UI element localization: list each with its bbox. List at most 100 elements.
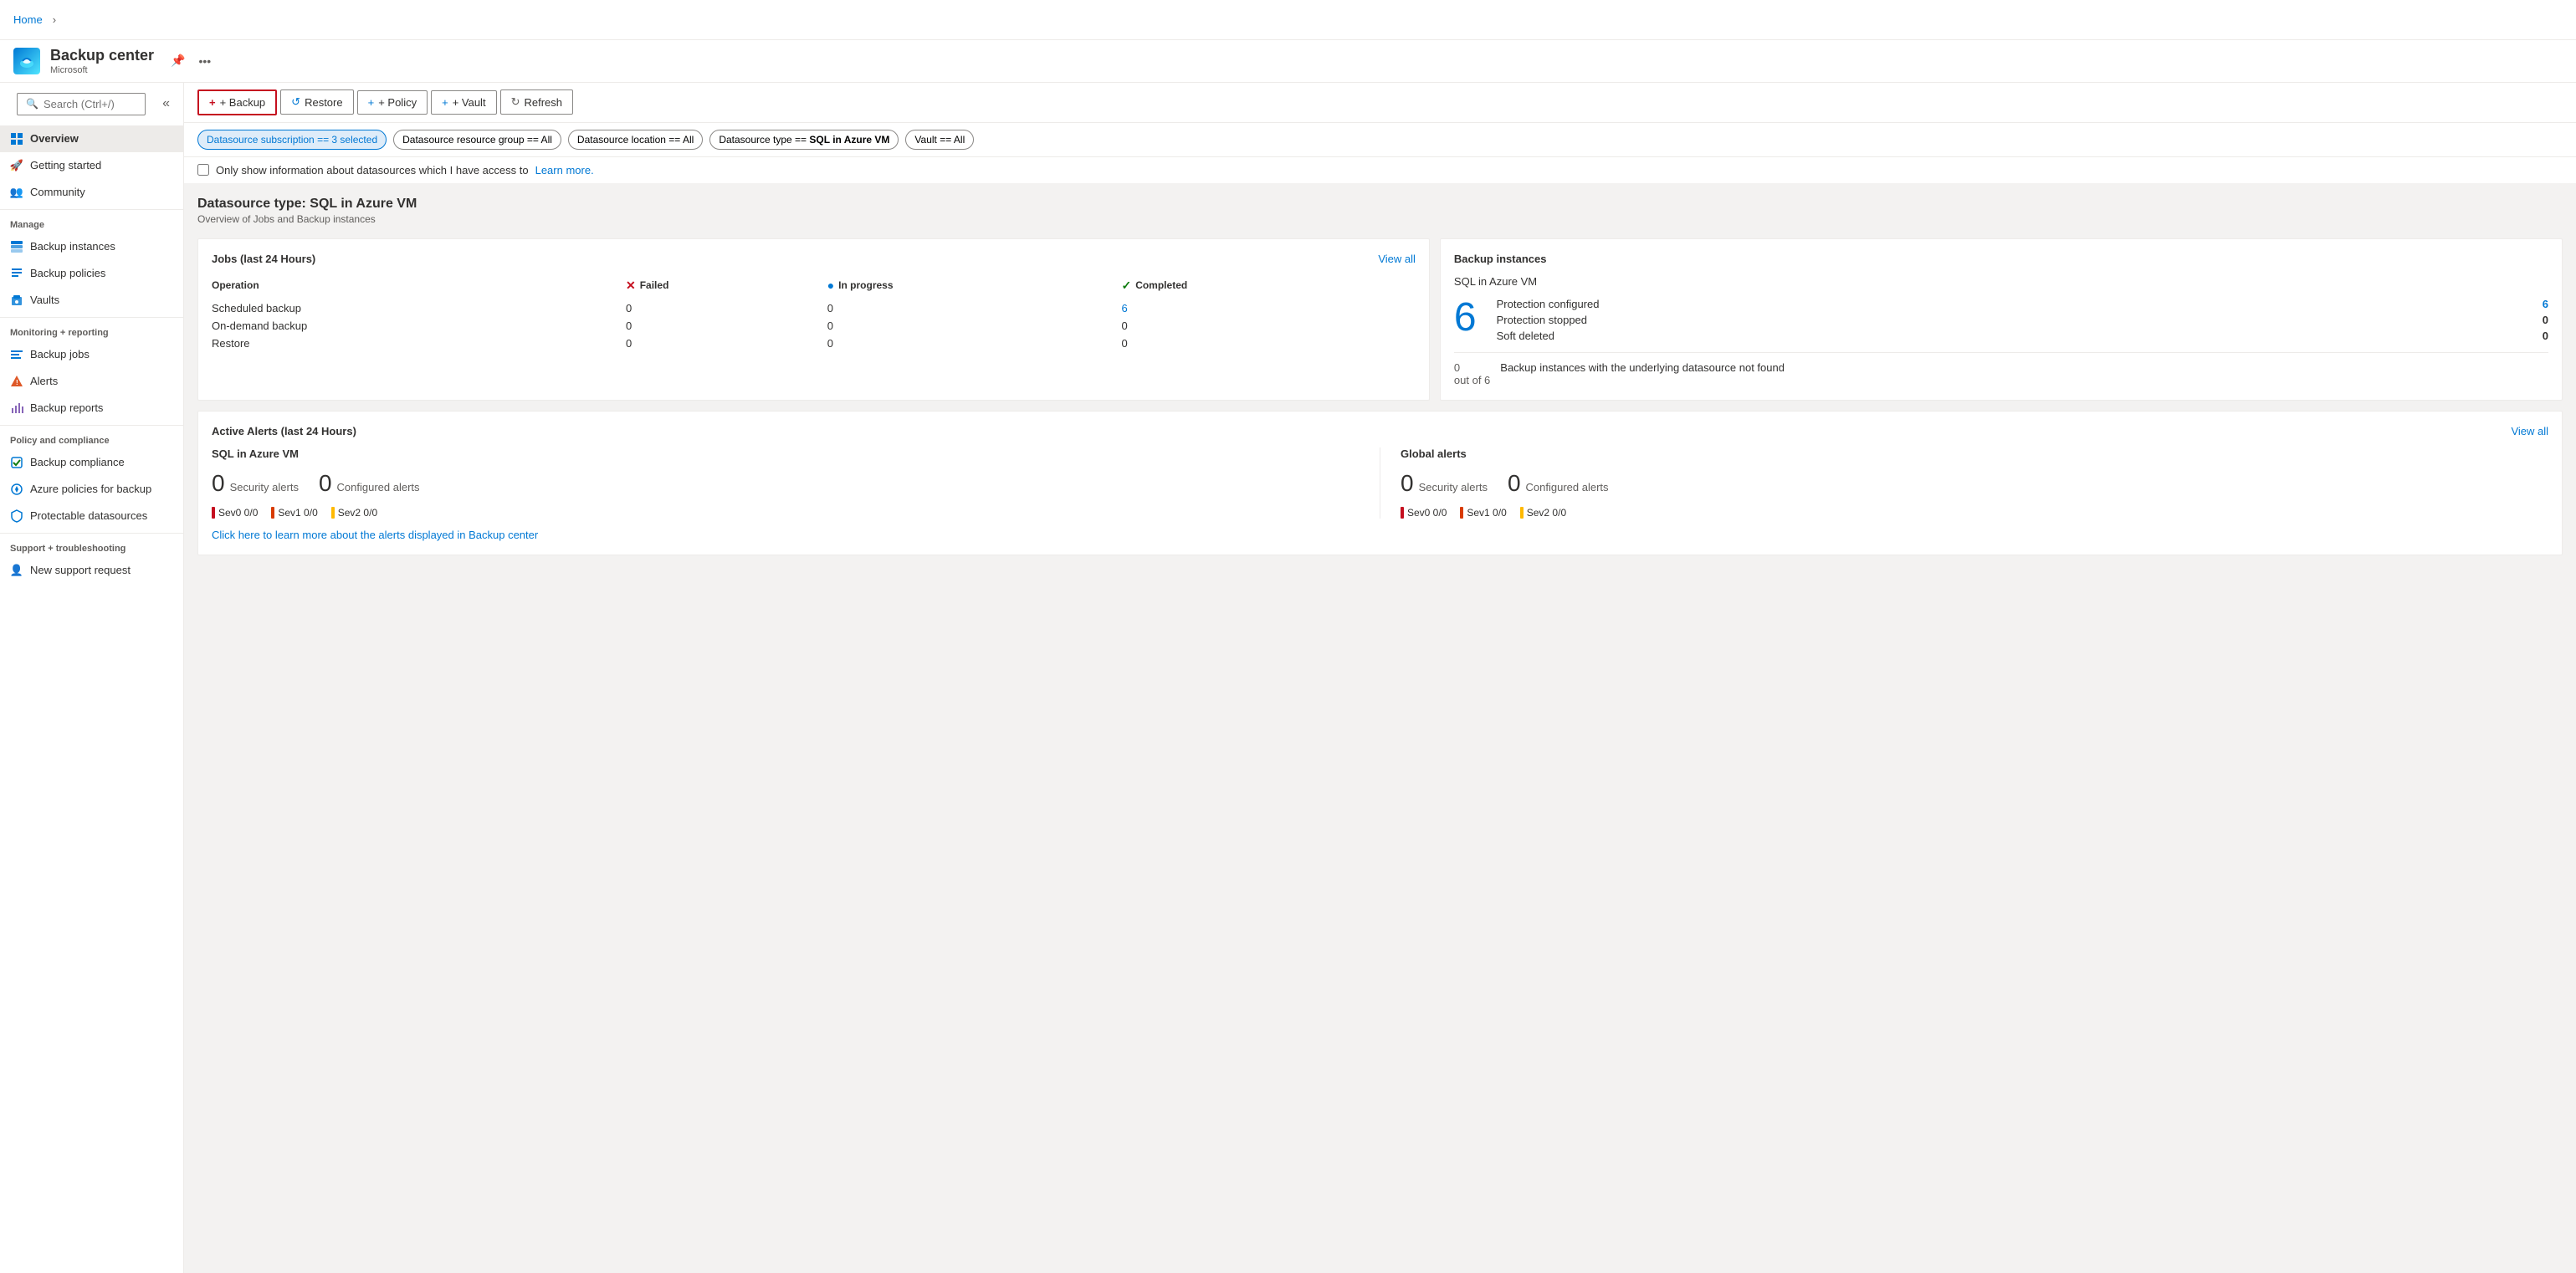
sidebar-item-label-overview: Overview [30, 132, 79, 145]
bi-stats: Protection configured 6 Protection stopp… [1497, 298, 2548, 342]
alerts-global-section: Global alerts 0 Security alerts 0 Config… [1380, 447, 2548, 519]
sidebar-item-backup-reports[interactable]: Backup reports [0, 395, 183, 422]
reports-icon [10, 401, 23, 415]
sql-configured-count: 0 Configured alerts [319, 470, 420, 497]
refresh-icon: ↻ [511, 95, 520, 109]
filter-subscription[interactable]: Datasource subscription == 3 selected [197, 130, 387, 150]
search-box[interactable]: 🔍 [17, 93, 146, 115]
grid-icon [10, 132, 23, 146]
bi-stat-label-configured: Protection configured [1497, 298, 1600, 310]
alert-counts-sql: 0 Security alerts 0 Configured alerts [212, 470, 1360, 497]
toolbar: + + Backup ↺ Restore + + Policy + + Vaul… [184, 83, 2576, 123]
sidebar-item-alerts[interactable]: ! Alerts [0, 368, 183, 395]
sidebar-section-support: Support + troubleshooting [0, 533, 183, 557]
sidebar-item-backup-jobs[interactable]: Backup jobs [0, 341, 183, 368]
filters-bar: Datasource subscription == 3 selected Da… [184, 123, 2576, 157]
table-row: Scheduled backup 0 0 6 [212, 299, 1416, 317]
job-inprogress-2: 0 [827, 335, 1122, 352]
alerts-card: Active Alerts (last 24 Hours) View all S… [197, 411, 2563, 555]
header-actions: 📌 ••• [167, 50, 214, 71]
sidebar-item-label-azure-policies: Azure policies for backup [30, 483, 151, 495]
global-sev0-bar [1401, 507, 1404, 519]
jobs-view-all-link[interactable]: View all [1378, 253, 1416, 265]
policies-icon [10, 267, 23, 280]
app-header: Backup center Microsoft 📌 ••• [0, 40, 2576, 83]
sidebar-item-new-support[interactable]: 👤 New support request [0, 557, 183, 584]
bi-total-count[interactable]: 6 [1454, 298, 1477, 338]
bi-stat-protection-stopped: Protection stopped 0 [1497, 314, 2548, 326]
job-completed-1: 0 [1121, 317, 1415, 335]
breadcrumb-home[interactable]: Home [13, 13, 43, 26]
search-icon: 🔍 [26, 98, 38, 110]
global-security-count: 0 Security alerts [1401, 470, 1488, 497]
sidebar-item-backup-instances[interactable]: Backup instances [0, 233, 183, 260]
restore-button-label: Restore [305, 96, 343, 109]
sidebar-section-manage: Manage [0, 209, 183, 233]
filter-vault[interactable]: Vault == All [905, 130, 974, 150]
sidebar-item-label-getting-started: Getting started [30, 159, 101, 171]
sidebar-item-overview[interactable]: Overview [0, 125, 183, 152]
bi-stat-label-stopped: Protection stopped [1497, 314, 1587, 326]
sidebar-item-backup-compliance[interactable]: Backup compliance [0, 449, 183, 476]
sidebar-item-getting-started[interactable]: 🚀 Getting started [0, 152, 183, 179]
bi-footer-count: 0 out of 6 [1454, 361, 1490, 386]
checkbox-label: Only show information about datasources … [216, 164, 529, 176]
sidebar-item-label-community: Community [30, 186, 85, 198]
checkbox-row: Only show information about datasources … [184, 157, 2576, 183]
global-sev0: Sev0 0/0 [1401, 507, 1447, 519]
policy-button[interactable]: + + Policy [357, 90, 428, 115]
support-icon: 👤 [10, 564, 23, 577]
svg-text:!: ! [16, 379, 18, 386]
backup-instances-card: Backup instances SQL in Azure VM 6 Prote… [1440, 238, 2563, 401]
job-op-2: Restore [212, 335, 626, 352]
search-input[interactable] [44, 98, 136, 110]
global-sev1: Sev1 0/0 [1460, 507, 1506, 519]
sidebar-item-label-backup-instances: Backup instances [30, 240, 115, 253]
protect-icon [10, 509, 23, 523]
sidebar-section-monitoring: Monitoring + reporting [0, 317, 183, 341]
sidebar-item-backup-policies[interactable]: Backup policies [0, 260, 183, 287]
filter-type[interactable]: Datasource type == SQL in Azure VM [709, 130, 899, 150]
completed-icon: ✓ [1121, 279, 1131, 293]
restore-button[interactable]: ↺ Restore [280, 89, 353, 115]
job-inprogress-1: 0 [827, 317, 1122, 335]
app-title: Backup center [50, 47, 154, 65]
failed-icon: ✕ [626, 279, 636, 293]
backup-button[interactable]: + + Backup [197, 89, 277, 115]
collapse-button[interactable]: « [156, 93, 177, 115]
sql-security-count: 0 Security alerts [212, 470, 299, 497]
alerts-sql-section: SQL in Azure VM 0 Security alerts 0 Conf… [212, 447, 1380, 519]
sql-sev2: Sev2 0/0 [331, 507, 377, 519]
vault-plus-icon: + [442, 96, 448, 109]
job-op-0: Scheduled backup [212, 299, 626, 317]
sev1-bar [271, 507, 274, 519]
filter-location[interactable]: Datasource location == All [568, 130, 703, 150]
sidebar-item-vaults[interactable]: Vaults [0, 287, 183, 314]
filter-resource-group[interactable]: Datasource resource group == All [393, 130, 561, 150]
completed-link-0[interactable]: 6 [1121, 302, 1127, 314]
sidebar-item-label-backup-reports: Backup reports [30, 401, 103, 414]
alerts-learn-more-link[interactable]: Click here to learn more about the alert… [212, 529, 538, 541]
access-checkbox[interactable] [197, 164, 209, 176]
sidebar-search-row: 🔍 « [0, 83, 183, 125]
sidebar: 🔍 « Overview 🚀 Getting started 👥 Communi… [0, 83, 184, 1273]
sev2-bar [331, 507, 335, 519]
learn-more-link[interactable]: Learn more. [535, 164, 594, 176]
sidebar-item-protectable-datasources[interactable]: Protectable datasources [0, 503, 183, 529]
vault-button[interactable]: + + Vault [431, 90, 496, 115]
instances-icon [10, 240, 23, 253]
sidebar-item-azure-policies[interactable]: Azure policies for backup [0, 476, 183, 503]
bi-stat-protection-configured: Protection configured 6 [1497, 298, 2548, 310]
more-icon[interactable]: ••• [196, 51, 215, 71]
bi-stat-label-soft-deleted: Soft deleted [1497, 330, 1554, 342]
bi-body: 6 Protection configured 6 Protection sto… [1454, 298, 2548, 342]
alert-counts-global: 0 Security alerts 0 Configured alerts [1401, 470, 2548, 497]
alerts-view-all-link[interactable]: View all [2511, 425, 2548, 437]
refresh-button[interactable]: ↻ Refresh [500, 89, 573, 115]
sql-sev0: Sev0 0/0 [212, 507, 258, 519]
pin-icon[interactable]: 📌 [167, 50, 188, 71]
page-subheading: Overview of Jobs and Backup instances [197, 213, 2563, 225]
sidebar-item-community[interactable]: 👥 Community [0, 179, 183, 206]
bi-stat-value-configured[interactable]: 6 [2543, 298, 2548, 310]
sidebar-item-label-protectable-datasources: Protectable datasources [30, 509, 147, 522]
